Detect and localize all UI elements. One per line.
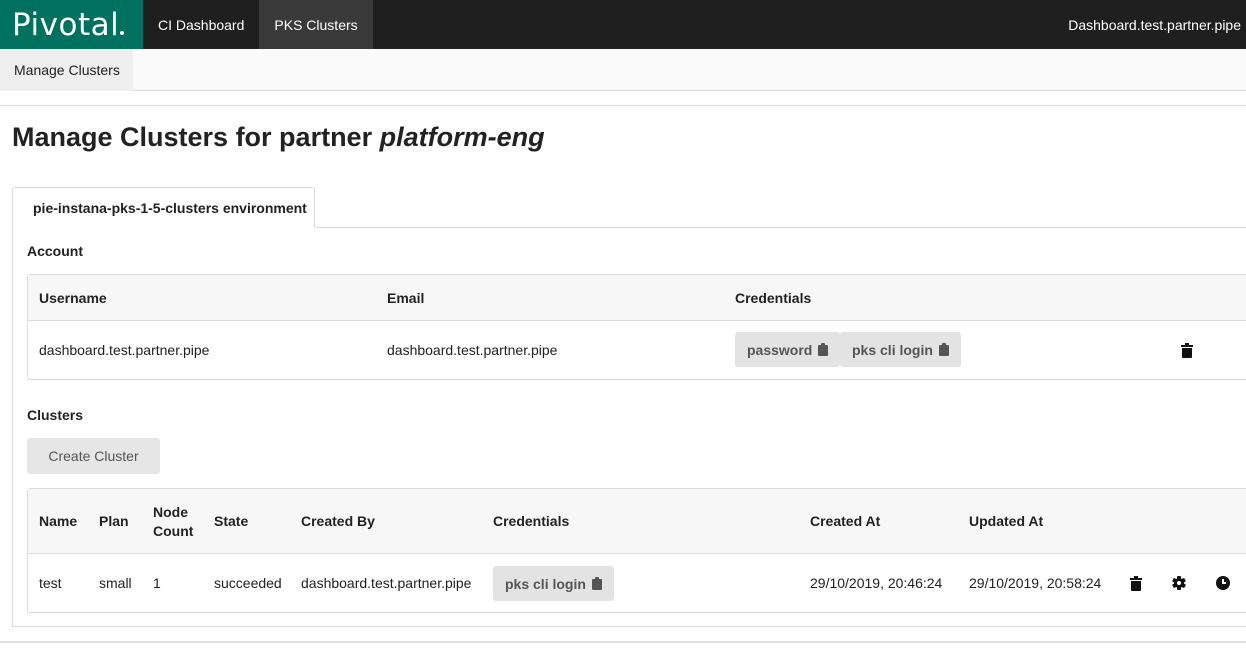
copy-pks-login-label: pks cli login: [852, 341, 933, 358]
brand-dot-icon: [120, 30, 125, 35]
table-row: dashboard.test.partner.pipe dashboard.te…: [28, 321, 1246, 379]
top-navbar: Pivotal CI Dashboard PKS Clusters Dashbo…: [0, 0, 1246, 49]
user-menu[interactable]: Dashboard.test.partner.pipe: [1068, 0, 1246, 49]
create-cluster-button[interactable]: Create Cluster: [27, 438, 160, 474]
tab-environment[interactable]: pie-instana-pks-1-5-clusters environment: [12, 187, 315, 228]
cluster-node-count: 1: [153, 575, 161, 591]
cluster-settings-gear-icon[interactable]: [1171, 576, 1187, 590]
brand-name: Pivotal: [12, 6, 120, 43]
header-created-at: Created At: [810, 513, 881, 529]
cluster-created-by: dashboard.test.partner.pipe: [301, 575, 472, 591]
cluster-created-at: 29/10/2019, 20:46:24: [810, 575, 943, 591]
copy-password-label: password: [747, 341, 813, 358]
clipboard-icon: [938, 343, 949, 356]
footer-divider: [0, 641, 1246, 643]
clipboard-icon: [818, 343, 829, 356]
header-state: State: [214, 513, 249, 529]
nav-ci-dashboard[interactable]: CI Dashboard: [143, 0, 259, 49]
clusters-table-header: Name Plan Node Count State Created By Cr…: [28, 489, 1246, 554]
table-row: test small 1 succeeded dashboard.test.pa…: [28, 554, 1246, 612]
nav-pks-clusters[interactable]: PKS Clusters: [259, 0, 373, 49]
copy-pks-login-button[interactable]: pks cli login: [840, 332, 961, 367]
header-username: Username: [39, 290, 107, 306]
header-credentials: Credentials: [735, 290, 812, 306]
delete-cluster-trash-icon[interactable]: [1130, 576, 1142, 591]
delete-account-trash-icon[interactable]: [1181, 343, 1193, 358]
cluster-copy-pks-login-button[interactable]: pks cli login: [493, 566, 614, 601]
account-username: dashboard.test.partner.pipe: [39, 342, 210, 358]
page-title-partner: platform-eng: [379, 122, 545, 152]
header-email: Email: [387, 290, 425, 306]
header-node-count-line1: Node: [153, 504, 188, 520]
copy-password-button[interactable]: password: [735, 332, 841, 367]
header-cluster-credentials: Credentials: [493, 513, 570, 529]
subnav-manage-clusters[interactable]: Manage Clusters: [0, 49, 133, 91]
account-table-header: Username Email Credentials: [28, 275, 1246, 321]
cluster-plan: small: [99, 575, 132, 591]
sub-navbar: Manage Clusters: [0, 49, 1246, 91]
page-title: Manage Clusters for partner platform-eng: [12, 122, 545, 153]
cluster-updated-at: 29/10/2019, 20:58:24: [969, 575, 1102, 591]
header-plan: Plan: [99, 513, 129, 529]
header-node-count-line2: Count: [153, 523, 194, 539]
account-section-label: Account: [27, 243, 83, 259]
clusters-section-label: Clusters: [27, 407, 84, 423]
header-updated-at: Updated At: [969, 513, 1044, 529]
cluster-state: succeeded: [214, 575, 282, 591]
cluster-name: test: [39, 575, 62, 591]
clusters-table: Name Plan Node Count State Created By Cr…: [27, 488, 1246, 613]
cluster-history-clock-icon[interactable]: [1216, 576, 1230, 590]
brand-logo[interactable]: Pivotal: [0, 0, 143, 49]
clipboard-icon: [591, 577, 602, 590]
account-email: dashboard.test.partner.pipe: [387, 342, 558, 358]
header-divider: [0, 105, 1246, 106]
header-name: Name: [39, 513, 78, 529]
page-title-prefix: Manage Clusters for partner: [12, 122, 373, 152]
account-table: Username Email Credentials dashboard.tes…: [27, 274, 1246, 380]
header-created-by: Created By: [301, 513, 375, 529]
cluster-copy-pks-login-label: pks cli login: [505, 575, 586, 592]
